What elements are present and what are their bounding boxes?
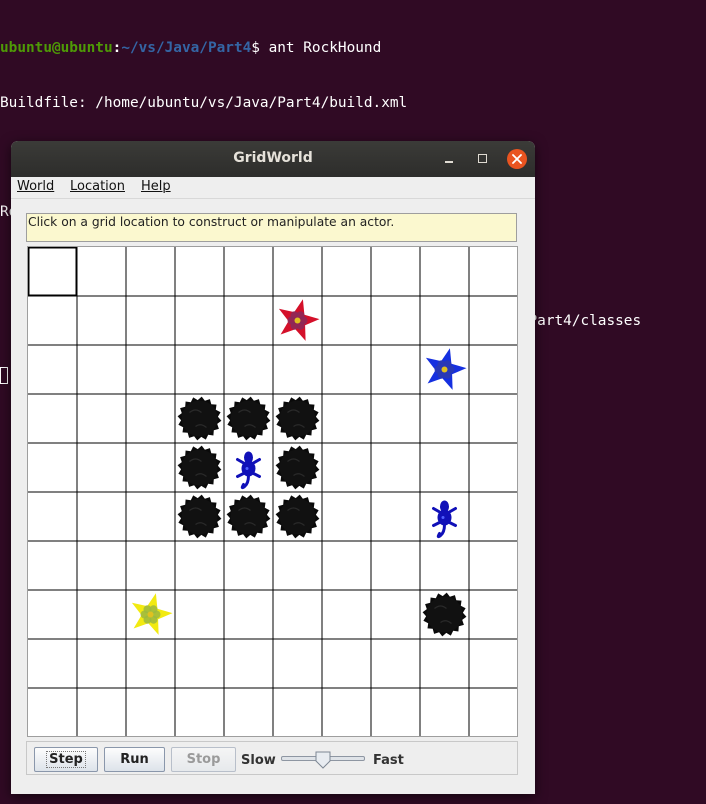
menu-world[interactable]: World [17,179,54,194]
menu-help[interactable]: Help [141,179,171,194]
rock-icon [226,396,271,441]
close-icon [512,154,522,164]
rock-icon [275,445,320,490]
rock-icon [275,396,320,441]
maximize-button[interactable] [473,149,493,169]
terminal-output-line: Buildfile: /home/ubuntu/vs/Java/Part4/bu… [0,95,408,111]
flower-icon [278,299,320,341]
world-panel: Click on a grid location to construct or… [20,208,518,778]
critter-icon [236,451,261,490]
terminal[interactable]: ubuntu@ubuntu:~/vs/Java/Part4$ ant RockH… [0,0,706,384]
prompt-path: ~/vs/Java/Part4 [121,40,252,57]
prompt-user: ubuntu@ubuntu [0,40,113,57]
rock-icon [422,592,467,637]
rock-icon [177,445,222,490]
speed-slider-thumb[interactable] [315,751,331,769]
rock-icon [275,494,320,539]
prompt-suffix: $ [251,40,269,57]
slow-label: Slow [241,753,276,768]
close-button[interactable] [507,149,527,169]
prompt-colon: : [112,40,122,57]
selected-cell [28,247,78,297]
menu-location[interactable]: Location [70,179,125,194]
rock-icon [226,494,271,539]
rock-icon [177,494,222,539]
world-grid[interactable] [27,246,518,737]
step-button[interactable]: Step [34,747,98,772]
menu-bar: World Location Help [11,177,535,199]
fast-label: Fast [373,753,404,768]
command-text: ant RockHound [268,40,382,57]
flower-icon [425,348,467,390]
step-button-label: Step [46,751,86,768]
rock-icon [177,396,222,441]
control-bar: Step Run Stop Slow Fast [26,741,518,775]
run-button[interactable]: Run [104,747,165,772]
terminal-cursor [0,366,8,384]
stop-button[interactable]: Stop [171,747,236,772]
message-area: Click on a grid location to construct or… [26,213,517,242]
critter-icon [432,500,457,539]
gridworld-window: GridWorld World Location Help Click on a… [11,141,535,794]
terminal-command-line: ubuntu@ubuntu:~/vs/Java/Part4$ ant RockH… [0,39,706,57]
minimize-button[interactable] [439,149,459,169]
flower-icon [131,593,173,635]
title-bar[interactable]: GridWorld [11,141,535,177]
grid-canvas[interactable] [28,247,517,736]
